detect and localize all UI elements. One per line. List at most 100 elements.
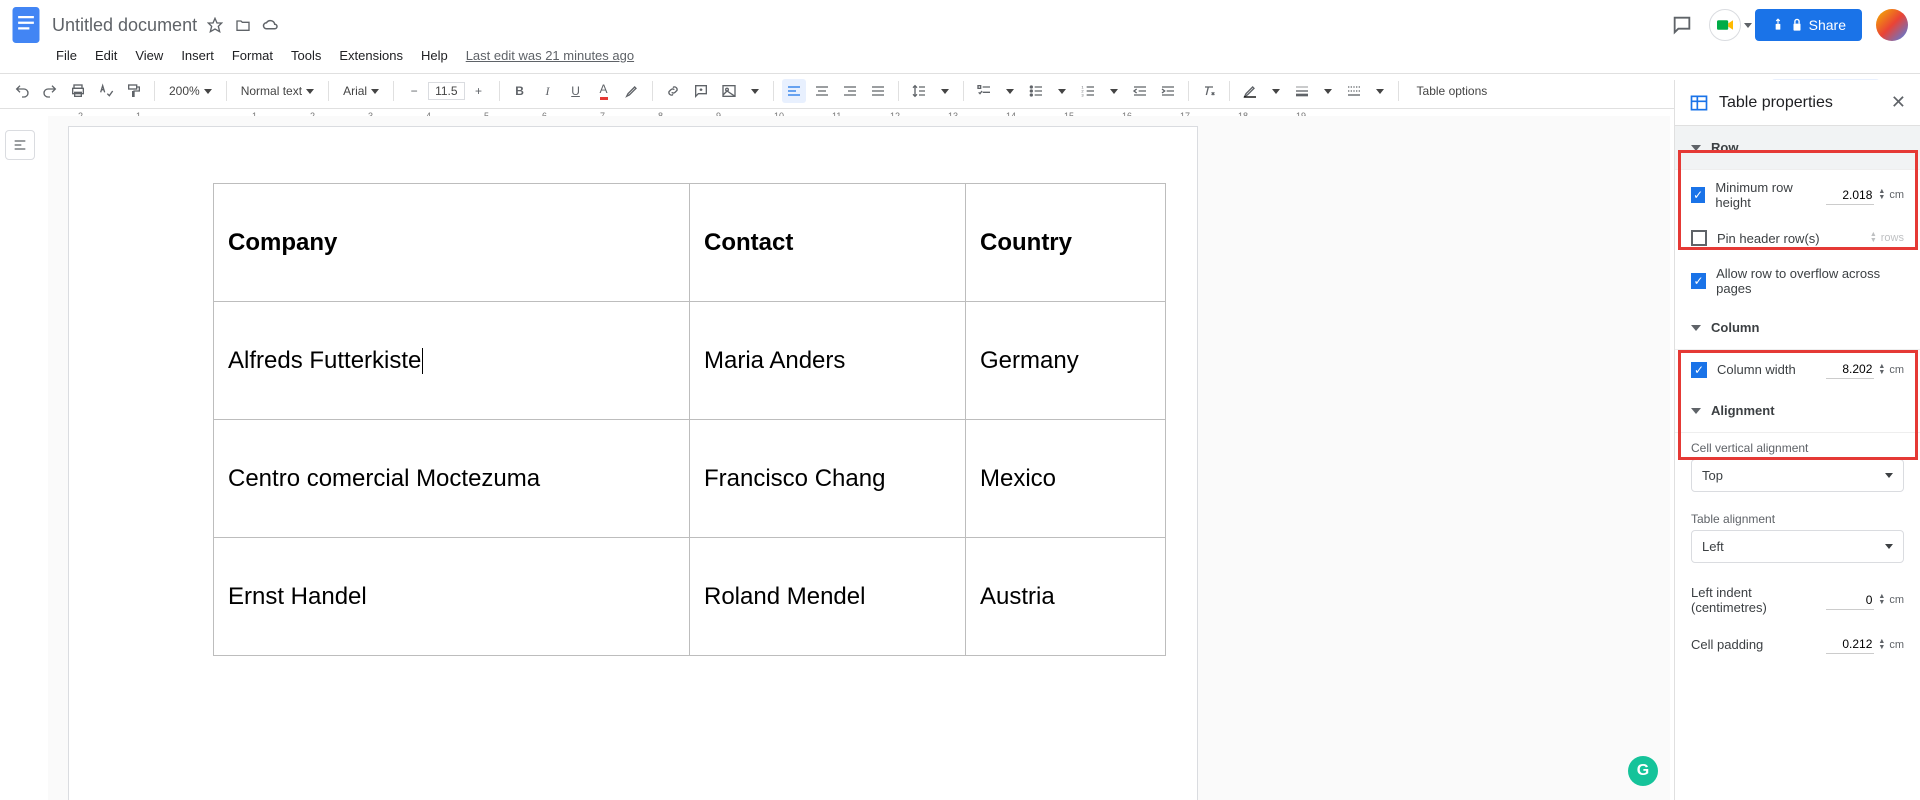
table-cell[interactable]: Alfreds Futterkiste: [214, 302, 690, 420]
table-cell[interactable]: Germany: [966, 302, 1166, 420]
docs-logo[interactable]: [8, 7, 44, 43]
numbered-list-dropdown[interactable]: [1104, 87, 1124, 96]
table-cell[interactable]: Francisco Chang: [690, 420, 966, 538]
select-value: Top: [1702, 468, 1723, 483]
border-width-icon[interactable]: [1290, 79, 1314, 103]
stepper-icon[interactable]: ▲▼: [1878, 189, 1885, 201]
menu-edit[interactable]: Edit: [87, 44, 125, 67]
table-header-cell[interactable]: Contact: [690, 184, 966, 302]
redo-icon[interactable]: [38, 79, 62, 103]
min-row-height-input[interactable]: [1826, 186, 1874, 205]
move-icon[interactable]: [233, 15, 253, 35]
document-outline-toggle[interactable]: [5, 130, 35, 160]
paragraph-style-select[interactable]: Normal text: [235, 82, 320, 100]
spellcheck-icon[interactable]: [94, 79, 118, 103]
cell-padding-input[interactable]: [1826, 635, 1874, 654]
table-options-button[interactable]: Table options: [1407, 82, 1498, 100]
document-title[interactable]: Untitled document: [52, 15, 197, 36]
close-panel-icon[interactable]: ✕: [1891, 92, 1906, 113]
column-width-checkbox[interactable]: ✓: [1691, 362, 1707, 378]
bulleted-list-dropdown[interactable]: [1052, 87, 1072, 96]
unit-label: cm: [1889, 189, 1904, 201]
line-spacing-dropdown[interactable]: [935, 87, 955, 96]
table-cell[interactable]: Centro comercial Moctezuma: [214, 420, 690, 538]
stepper-icon[interactable]: ▲▼: [1878, 594, 1885, 606]
menu-file[interactable]: File: [48, 44, 85, 67]
column-width-input[interactable]: [1826, 360, 1874, 379]
document-page: Company Contact Country Alfreds Futterki…: [68, 126, 1198, 800]
line-spacing-icon[interactable]: [907, 79, 931, 103]
text-color-icon[interactable]: A: [592, 79, 616, 103]
document-canvas[interactable]: Company Contact Country Alfreds Futterki…: [48, 116, 1670, 800]
table-header-cell[interactable]: Company: [214, 184, 690, 302]
table-cell[interactable]: Roland Mendel: [690, 538, 966, 656]
document-table[interactable]: Company Contact Country Alfreds Futterki…: [213, 183, 1166, 656]
font-size-input[interactable]: 11.5: [428, 82, 464, 100]
insert-link-icon[interactable]: [661, 79, 685, 103]
clear-formatting-icon[interactable]: [1197, 79, 1221, 103]
table-header-cell[interactable]: Country: [966, 184, 1166, 302]
menu-view[interactable]: View: [127, 44, 171, 67]
alignment-section-toggle[interactable]: Alignment: [1675, 389, 1920, 432]
numbered-list-icon[interactable]: 123: [1076, 79, 1100, 103]
undo-icon[interactable]: [10, 79, 34, 103]
share-button[interactable]: Share: [1755, 9, 1862, 41]
menu-format[interactable]: Format: [224, 44, 281, 67]
unit-label: cm: [1889, 639, 1904, 651]
zoom-value: 200%: [169, 84, 200, 98]
insert-image-icon[interactable]: [717, 79, 741, 103]
border-width-dropdown[interactable]: [1318, 87, 1338, 96]
bold-icon[interactable]: B: [508, 79, 532, 103]
border-style-icon[interactable]: [1342, 79, 1366, 103]
align-center-icon[interactable]: [810, 79, 834, 103]
stepper-icon[interactable]: ▲▼: [1878, 639, 1885, 651]
highlight-icon[interactable]: [620, 79, 644, 103]
bulleted-list-icon[interactable]: [1024, 79, 1048, 103]
border-color-icon[interactable]: [1238, 79, 1262, 103]
overflow-checkbox[interactable]: ✓: [1691, 273, 1706, 289]
align-justify-icon[interactable]: [866, 79, 890, 103]
indent-increase-icon[interactable]: [1156, 79, 1180, 103]
left-indent-input[interactable]: [1826, 591, 1874, 610]
insert-image-dropdown[interactable]: [745, 87, 765, 96]
pin-header-checkbox[interactable]: ✓: [1691, 230, 1707, 246]
menu-extensions[interactable]: Extensions: [331, 44, 411, 67]
border-color-dropdown[interactable]: [1266, 87, 1286, 96]
paint-format-icon[interactable]: [122, 79, 146, 103]
print-icon[interactable]: [66, 79, 90, 103]
font-size-decrease[interactable]: −: [402, 79, 426, 103]
menu-insert[interactable]: Insert: [173, 44, 222, 67]
table-cell[interactable]: Mexico: [966, 420, 1166, 538]
italic-icon[interactable]: I: [536, 79, 560, 103]
table-cell[interactable]: Ernst Handel: [214, 538, 690, 656]
font-select[interactable]: Arial: [337, 82, 385, 100]
menu-tools[interactable]: Tools: [283, 44, 329, 67]
account-avatar[interactable]: [1876, 9, 1908, 41]
min-row-height-checkbox[interactable]: ✓: [1691, 187, 1705, 203]
border-style-dropdown[interactable]: [1370, 87, 1390, 96]
cell-vertical-alignment-select[interactable]: Top: [1691, 459, 1904, 492]
grammarly-icon[interactable]: G: [1628, 756, 1658, 786]
star-icon[interactable]: [205, 15, 225, 35]
cloud-saved-icon[interactable]: [261, 15, 281, 35]
table-alignment-select[interactable]: Left: [1691, 530, 1904, 563]
column-section-toggle[interactable]: Column: [1675, 306, 1920, 349]
meet-icon[interactable]: [1709, 9, 1741, 41]
last-edit-link[interactable]: Last edit was 21 minutes ago: [466, 48, 634, 63]
table-cell[interactable]: Austria: [966, 538, 1166, 656]
checklist-icon[interactable]: [972, 79, 996, 103]
comments-icon[interactable]: [1669, 12, 1695, 38]
indent-decrease-icon[interactable]: [1128, 79, 1152, 103]
underline-icon[interactable]: U: [564, 79, 588, 103]
menu-help[interactable]: Help: [413, 44, 456, 67]
align-left-icon[interactable]: [782, 79, 806, 103]
stepper-icon[interactable]: ▲▼: [1878, 364, 1885, 376]
align-right-icon[interactable]: [838, 79, 862, 103]
row-section-toggle[interactable]: Row: [1675, 126, 1920, 169]
column-section-heading: Column: [1711, 320, 1759, 335]
zoom-select[interactable]: 200%: [163, 82, 218, 100]
font-size-increase[interactable]: +: [467, 79, 491, 103]
insert-comment-icon[interactable]: [689, 79, 713, 103]
table-cell[interactable]: Maria Anders: [690, 302, 966, 420]
checklist-dropdown[interactable]: [1000, 87, 1020, 96]
